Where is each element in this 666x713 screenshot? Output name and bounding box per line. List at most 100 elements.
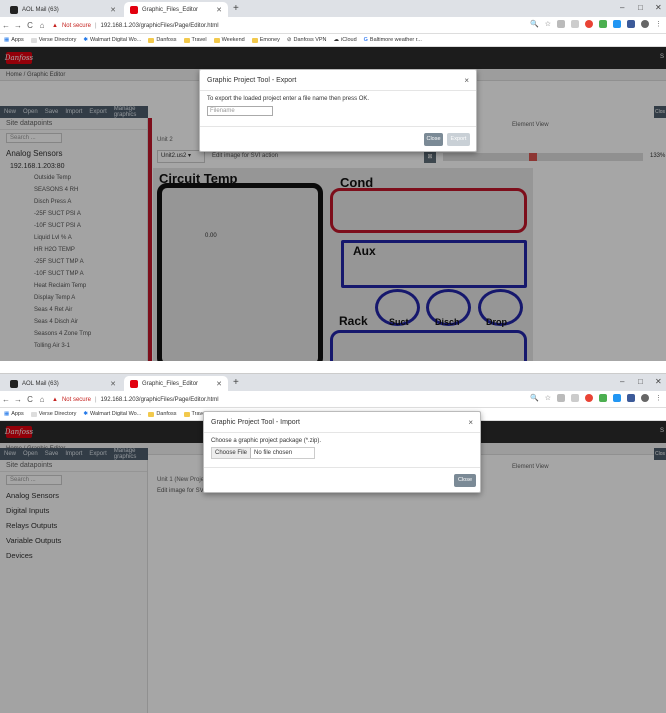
tab-strip: AOL Mail (63) ✕ Graphic_Files_Editor ✕ +…: [0, 374, 666, 391]
extension-icon[interactable]: [613, 394, 621, 402]
tab-label: Graphic_Files_Editor: [142, 6, 199, 13]
danfoss-favicon-icon: [130, 5, 138, 14]
folder-icon: [183, 37, 190, 43]
extension-icon[interactable]: [599, 20, 607, 28]
reload-icon[interactable]: C: [24, 395, 36, 404]
menu-kebab-icon[interactable]: ⋮: [655, 20, 662, 28]
filename-input[interactable]: Filename: [207, 106, 273, 116]
extension-icons: 🔍 ☆ ⋮: [530, 20, 662, 28]
bookmark-item[interactable]: Emoney: [251, 37, 280, 43]
back-icon[interactable]: ←: [0, 395, 12, 404]
forward-icon[interactable]: →: [12, 21, 24, 30]
bookmark-item[interactable]: Weekend: [213, 37, 245, 43]
home-icon[interactable]: ⌂: [36, 395, 48, 404]
close-button[interactable]: Close: [424, 133, 443, 146]
url-field[interactable]: ▲ Not secure | 192.168.1.203/graphicFile…: [52, 19, 572, 32]
choose-file-button[interactable]: Choose File: [212, 448, 252, 458]
menu-kebab-icon[interactable]: ⋮: [655, 394, 662, 402]
export-confirm-button[interactable]: Export: [447, 133, 470, 146]
bookmark-item[interactable]: ☁iCloud: [334, 37, 357, 43]
import-dialog: Graphic Project Tool - Import × Choose a…: [203, 411, 481, 493]
search-icon[interactable]: 🔍: [530, 394, 539, 402]
extension-icon[interactable]: [571, 20, 579, 28]
file-input[interactable]: Choose File No file chosen: [211, 447, 315, 459]
extension-icon[interactable]: [585, 20, 593, 28]
tab-aol-mail[interactable]: AOL Mail (63) ✕: [4, 2, 122, 17]
minimize-icon[interactable]: –: [620, 3, 624, 12]
bookmark-apps[interactable]: ▦ Apps: [4, 37, 24, 43]
bookmark-apps[interactable]: ▦ Apps: [4, 411, 24, 417]
close-icon[interactable]: ×: [468, 418, 473, 427]
walmart-icon: ✱: [83, 411, 88, 417]
close-icon[interactable]: ✕: [216, 6, 222, 14]
new-tab-icon[interactable]: +: [233, 3, 239, 14]
extension-icon[interactable]: [557, 394, 565, 402]
page-icon: [30, 411, 37, 417]
search-icon[interactable]: 🔍: [530, 20, 539, 28]
maximize-icon[interactable]: □: [638, 3, 643, 12]
extension-icon[interactable]: [627, 20, 635, 28]
tab-aol-mail[interactable]: AOL Mail (63) ✕: [4, 376, 122, 391]
apps-grid-icon: ▦: [4, 411, 10, 417]
minimize-icon[interactable]: –: [620, 377, 624, 386]
tab-label: AOL Mail (63): [22, 6, 59, 13]
bookmark-item[interactable]: Danfoss: [148, 411, 177, 417]
extension-icon[interactable]: [627, 394, 635, 402]
reload-icon[interactable]: C: [24, 21, 36, 30]
folder-icon: [251, 37, 258, 43]
dialog-body: To export the loaded project enter a fil…: [200, 91, 476, 121]
dialog-footer: Close Export: [200, 126, 476, 151]
bookmark-item[interactable]: Travel: [183, 37, 207, 43]
extension-icon[interactable]: [613, 20, 621, 28]
url-text: 192.168.1.203/graphicFiles/Page/Editor.h…: [100, 396, 219, 403]
bookmark-item[interactable]: GBaltimore weather r...: [364, 37, 422, 43]
export-dialog: Graphic Project Tool - Export × To expor…: [199, 69, 477, 152]
google-icon: G: [363, 37, 368, 43]
url-field[interactable]: ▲ Not secure | 192.168.1.203/graphicFile…: [52, 393, 572, 406]
address-bar: ← → C ⌂ ▲ Not secure | 192.168.1.203/gra…: [0, 17, 666, 34]
extension-icon[interactable]: [557, 20, 565, 28]
maximize-icon[interactable]: □: [638, 377, 643, 386]
forward-icon[interactable]: →: [12, 395, 24, 404]
dialog-footer: Close: [204, 467, 480, 492]
bookmark-item[interactable]: Verse Directory: [30, 37, 76, 43]
tab-strip: AOL Mail (63) ✕ Graphic_Files_Editor ✕ +…: [0, 0, 666, 17]
bookmark-item[interactable]: ✱ Walmart Digital Wo...: [83, 411, 141, 417]
apps-grid-icon: ▦: [4, 37, 10, 43]
window-close-icon[interactable]: ✕: [655, 377, 662, 386]
bookmark-item[interactable]: Danfoss: [148, 37, 177, 43]
new-tab-icon[interactable]: +: [233, 377, 239, 388]
extension-icon[interactable]: [571, 394, 579, 402]
star-icon[interactable]: ☆: [545, 394, 551, 402]
close-icon[interactable]: ✕: [110, 6, 116, 14]
close-button[interactable]: Close: [454, 474, 476, 487]
cloud-icon: ☁: [333, 37, 340, 43]
aol-favicon-icon: [10, 5, 18, 14]
dialog-header: Graphic Project Tool - Import ×: [204, 412, 480, 433]
tab-graphic-editor[interactable]: Graphic_Files_Editor ✕: [124, 376, 228, 391]
close-icon[interactable]: ✕: [110, 380, 116, 388]
no-file-label: No file chosen: [254, 450, 293, 456]
address-bar: ← → C ⌂ ▲ Not secure | 192.168.1.203/gra…: [0, 391, 666, 408]
dialog-instruction: To export the loaded project enter a fil…: [207, 96, 370, 102]
vpn-icon: ⊘: [286, 37, 292, 43]
home-icon[interactable]: ⌂: [36, 21, 48, 30]
aol-favicon-icon: [10, 379, 18, 388]
tab-label: Graphic_Files_Editor: [142, 380, 199, 387]
bookmark-item[interactable]: ⊘Danfoss VPN: [287, 37, 327, 43]
back-icon[interactable]: ←: [0, 21, 12, 30]
window-close-icon[interactable]: ✕: [655, 3, 662, 12]
export-screenshot: AOL Mail (63) ✕ Graphic_Files_Editor ✕ +…: [0, 0, 666, 361]
extension-icon[interactable]: [585, 394, 593, 402]
dialog-title: Graphic Project Tool - Import: [211, 418, 300, 426]
close-icon[interactable]: ×: [464, 76, 469, 85]
bookmark-item[interactable]: ✱ Walmart Digital Wo...: [83, 37, 141, 43]
extension-icon[interactable]: [599, 394, 607, 402]
profile-avatar-icon[interactable]: [641, 394, 649, 402]
not-secure-label: Not secure: [61, 396, 91, 403]
bookmark-item[interactable]: Verse Directory: [30, 411, 76, 417]
close-icon[interactable]: ✕: [216, 380, 222, 388]
tab-graphic-editor[interactable]: Graphic_Files_Editor ✕: [124, 2, 228, 17]
star-icon[interactable]: ☆: [545, 20, 551, 28]
profile-avatar-icon[interactable]: [641, 20, 649, 28]
